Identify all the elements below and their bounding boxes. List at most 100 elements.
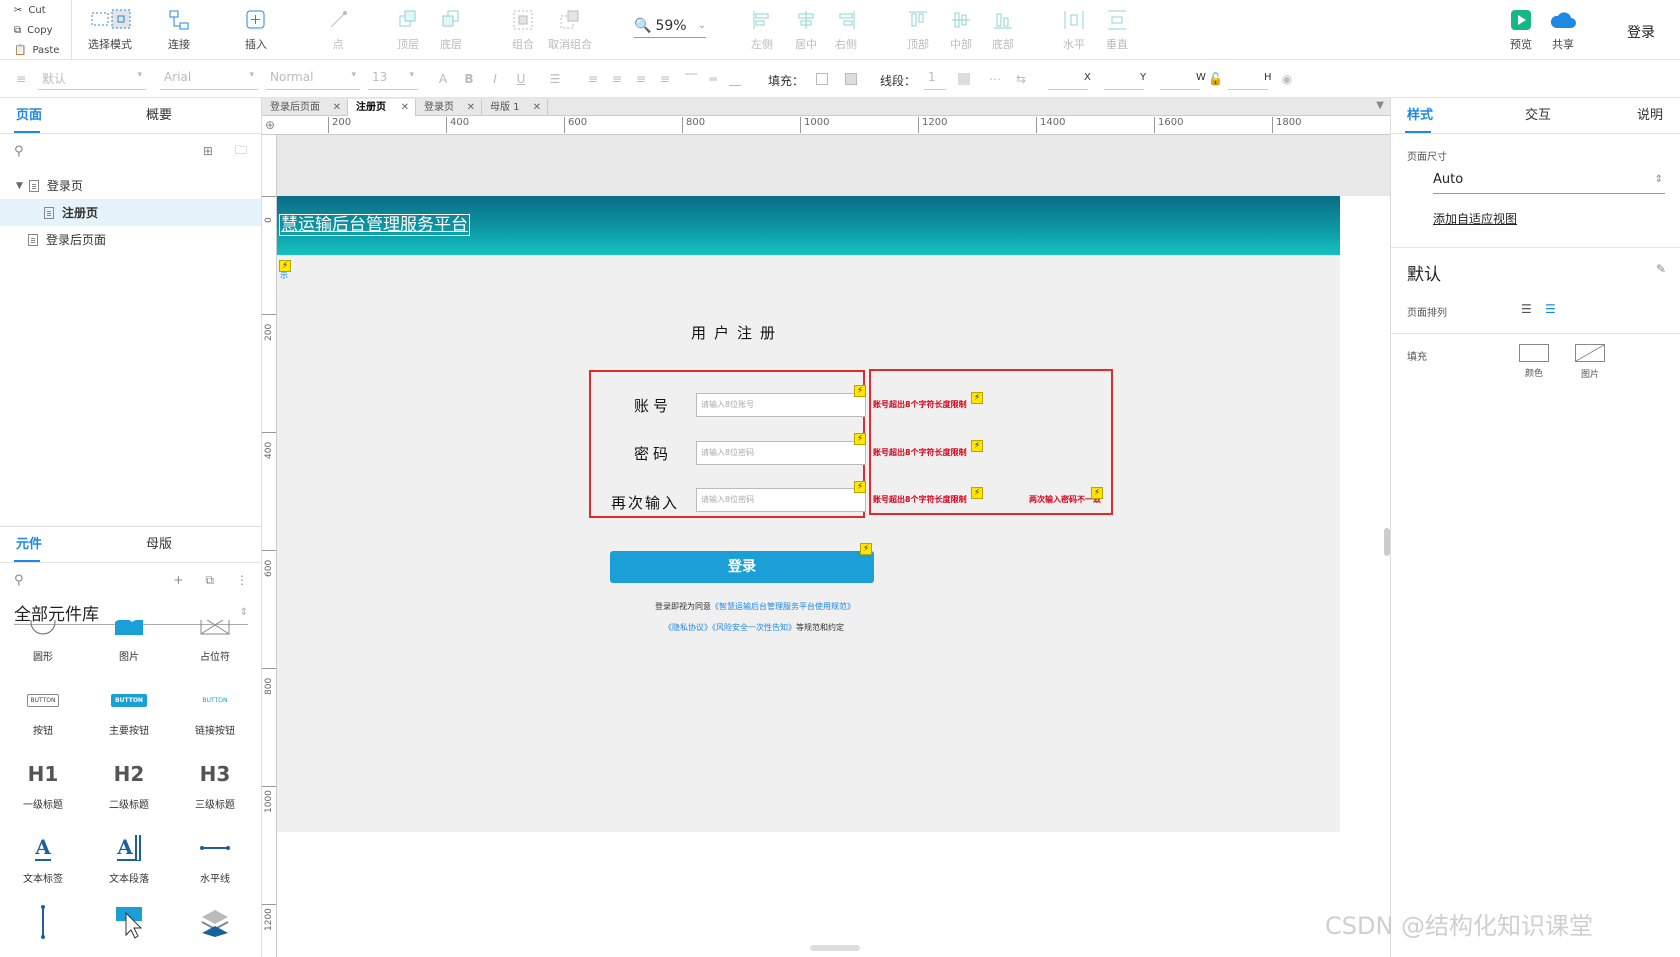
widget-circle[interactable]: 圆形 [0, 620, 86, 663]
page-item-register[interactable]: 注册页 [0, 199, 261, 226]
cut-button[interactable]: ✂ Cut [0, 0, 71, 20]
fill-color-swatch[interactable] [816, 73, 828, 85]
close-icon[interactable]: ✕ [533, 99, 541, 116]
close-icon[interactable]: ✕ [333, 99, 341, 116]
interaction-bolt-icon[interactable]: ⚡ [854, 433, 866, 445]
align-bottom-button[interactable]: 底部 [975, 6, 1031, 52]
banner-link-text[interactable]: 示 [280, 270, 288, 281]
add-folder-icon[interactable]: 🗀 [235, 141, 247, 162]
zoom-select[interactable]: 🔍 59% ⌄ [634, 14, 706, 38]
format-painter-icon[interactable]: ≡ [14, 72, 28, 86]
fill-shadow-swatch[interactable] [845, 73, 857, 85]
align-left-page-icon[interactable]: ☰ [1521, 302, 1532, 316]
confirm-password-input[interactable]: 请输入8位密码 [696, 488, 866, 512]
widget-h3[interactable]: H3 三级标题 [172, 756, 258, 811]
doc-tab-register[interactable]: 注册页 ✕ [348, 99, 416, 116]
interaction-bolt-icon[interactable]: ⚡ [1091, 487, 1103, 499]
header-banner[interactable]: 慧运输后台管理服务平台 [277, 196, 1340, 255]
select-mode-button[interactable]: 选择模式 [82, 6, 138, 52]
valign-middle-icon[interactable]: ═ [706, 72, 720, 86]
more-options-icon[interactable]: ⋮ [236, 573, 248, 587]
bottom-layer-button[interactable]: 底层 [423, 6, 479, 52]
register-login-button[interactable]: 登录 [610, 551, 874, 583]
copy-button[interactable]: ⧉ Copy [0, 20, 71, 40]
edit-style-icon[interactable]: ✎ [1656, 262, 1666, 276]
tab-overflow-chevron-icon[interactable]: ▼ [1376, 100, 1384, 111]
widget-h2[interactable]: H2 二级标题 [86, 756, 172, 811]
widget-vertical-line[interactable] [0, 904, 86, 944]
connect-button[interactable]: 连接 [151, 6, 207, 52]
account-input[interactable]: 请输入8位账号 [696, 393, 866, 417]
arrow-style-icon[interactable]: ⇆ [1014, 72, 1028, 86]
page-item-after-login[interactable]: 登录后页面 [0, 226, 261, 253]
banner-title[interactable]: 慧运输后台管理服务平台 [279, 214, 470, 236]
usage-terms-link[interactable]: 《智慧运输后台管理服务平台使用规范》 [711, 602, 855, 611]
tab-notes[interactable]: 说明 [1627, 98, 1679, 133]
widget-text-label[interactable]: A 文本标签 [0, 830, 86, 885]
login-button[interactable]: 登录 [1627, 22, 1655, 42]
add-adaptive-view-link[interactable]: 添加自适应视图 [1433, 210, 1517, 227]
doc-tab-master-1[interactable]: 母版 1 ✕ [482, 99, 548, 116]
add-page-icon[interactable]: ⊞ [203, 144, 213, 158]
design-canvas[interactable]: 慧运输后台管理服务平台 ⚡ 示 用户注册 账号 请输入8位账号 ⚡ 密码 请输入… [277, 135, 1390, 957]
font-select[interactable]: Arial ▾ [160, 70, 258, 90]
stroke-pattern-icon[interactable]: ⋯ [988, 72, 1002, 86]
bold-icon[interactable]: B [462, 72, 476, 86]
tab-interaction[interactable]: 交互 [1509, 98, 1627, 133]
valign-bottom-icon[interactable]: ⎽ [728, 72, 742, 86]
form-title[interactable]: 用户注册 [691, 322, 783, 343]
search-icon[interactable]: ⚲ [14, 573, 24, 588]
stroke-color-swatch[interactable] [958, 73, 970, 85]
tab-style[interactable]: 样式 [1391, 98, 1509, 133]
widget-primary-button[interactable]: BUTTON 主要按钮 [86, 682, 172, 737]
artboard[interactable]: 慧运输后台管理服务平台 ⚡ 示 用户注册 账号 请输入8位账号 ⚡ 密码 请输入… [277, 196, 1340, 832]
tab-outline[interactable]: 概要 [130, 98, 260, 133]
search-icon[interactable]: ⚲ [14, 144, 24, 159]
align-right-button[interactable]: 右侧 [818, 6, 874, 52]
style-select[interactable]: 默认 ▾ [38, 70, 146, 90]
widget-h1[interactable]: H1 一级标题 [0, 756, 86, 811]
widget-image[interactable]: 图片 [86, 620, 172, 663]
font-size-select[interactable]: 13 ▾ [368, 70, 418, 90]
widget-layers[interactable] [172, 904, 258, 944]
align-center-page-icon[interactable]: ☰ [1545, 302, 1556, 316]
stroke-width-input[interactable]: 1 [924, 70, 946, 90]
password-input[interactable]: 请输入8位密码 [696, 441, 866, 465]
share-button[interactable]: 共享 [1535, 6, 1591, 52]
interaction-bolt-icon[interactable]: ⚡ [860, 543, 872, 555]
fill-color-button[interactable]: 颜色 [1519, 344, 1549, 379]
w-input[interactable] [1160, 70, 1200, 90]
interaction-bolt-icon[interactable]: ⚡ [971, 487, 983, 499]
page-item-login[interactable]: ▼ 登录页 [0, 172, 261, 199]
doc-tab-login[interactable]: 登录页 ✕ [416, 99, 482, 116]
underline-icon[interactable]: U [514, 72, 528, 86]
distribute-vertical-button[interactable]: 垂直 [1089, 6, 1145, 52]
interaction-bolt-icon[interactable]: ⚡ [854, 385, 866, 397]
page-size-select[interactable]: Auto ⇕ [1433, 172, 1665, 194]
valign-top-icon[interactable]: ⎺ [684, 72, 698, 86]
font-color-icon[interactable]: A [436, 72, 450, 86]
library-manage-icon[interactable]: ⧉ [205, 573, 214, 588]
align-left-text-icon[interactable]: ≡ [586, 72, 600, 86]
interaction-bolt-icon[interactable]: ⚡ [971, 440, 983, 452]
doc-tab-after-login[interactable]: 登录后页面 ✕ [262, 99, 348, 116]
widget-button[interactable]: BUTTON 按钮 [0, 682, 86, 737]
align-center-text-icon[interactable]: ≡ [610, 72, 624, 86]
insert-button[interactable]: 插入 [228, 6, 284, 52]
italic-icon[interactable]: I [488, 72, 502, 86]
widget-placeholder[interactable]: 占位符 [172, 620, 258, 663]
interaction-bolt-icon[interactable]: ⚡ [971, 392, 983, 404]
horizontal-scrollbar[interactable] [810, 945, 860, 951]
close-icon[interactable]: ✕ [401, 99, 409, 116]
widget-horizontal-line[interactable]: 水平线 [172, 830, 258, 885]
widget-link-button[interactable]: BUTTON 链接按钮 [172, 682, 258, 738]
caret-down-icon[interactable]: ▼ [16, 181, 23, 191]
tab-masters[interactable]: 母版 [130, 527, 260, 562]
tab-widgets[interactable]: 元件 [0, 527, 130, 562]
y-input[interactable] [1104, 70, 1144, 90]
font-weight-select[interactable]: Normal ▾ [266, 70, 360, 90]
interaction-bolt-icon[interactable]: ⚡ [854, 481, 866, 493]
visibility-eye-icon[interactable]: ◉ [1280, 72, 1294, 86]
h-input[interactable] [1228, 70, 1268, 90]
justify-text-icon[interactable]: ≡ [658, 72, 672, 86]
